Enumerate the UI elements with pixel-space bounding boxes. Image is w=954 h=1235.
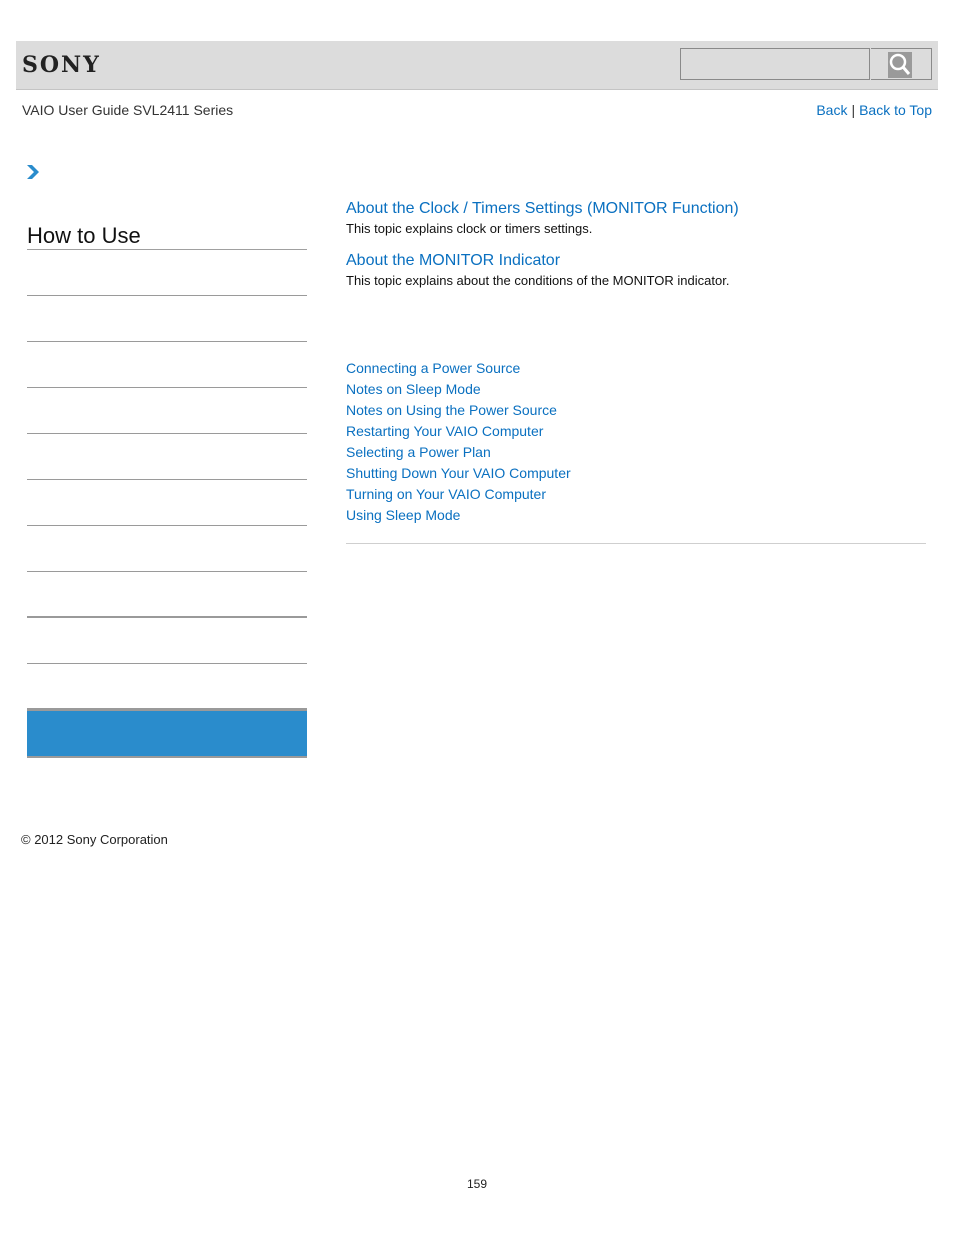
main-content: About the Clock / Timers Settings (MONIT… xyxy=(346,200,926,304)
copyright: © 2012 Sony Corporation xyxy=(21,832,168,847)
sidebar-title: How to Use xyxy=(27,222,307,250)
sidebar-item[interactable] xyxy=(27,388,307,434)
back-link[interactable]: Back xyxy=(816,102,847,118)
related-link[interactable]: Selecting a Power Plan xyxy=(346,442,571,463)
sidebar: How to Use xyxy=(27,222,307,758)
related-link[interactable]: Using Sleep Mode xyxy=(346,505,571,526)
topic-item: About the MONITOR Indicator This topic e… xyxy=(346,252,926,288)
sidebar-item[interactable] xyxy=(27,342,307,388)
related-link[interactable]: Restarting Your VAIO Computer xyxy=(346,421,571,442)
sidebar-item[interactable] xyxy=(27,572,307,618)
related-topics-list: Connecting a Power Source Notes on Sleep… xyxy=(346,358,571,526)
search-input[interactable] xyxy=(680,48,870,80)
sidebar-item[interactable] xyxy=(27,618,307,664)
topic-description: This topic explains clock or timers sett… xyxy=(346,221,593,236)
chevron-right-icon xyxy=(26,164,40,185)
back-to-top-link[interactable]: Back to Top xyxy=(859,102,932,118)
related-link[interactable]: Notes on Using the Power Source xyxy=(346,400,571,421)
related-link[interactable]: Notes on Sleep Mode xyxy=(346,379,571,400)
topic-description: This topic explains about the conditions… xyxy=(346,273,730,288)
topic-link[interactable]: About the MONITOR Indicator xyxy=(346,252,926,270)
header-bar: SONY xyxy=(16,41,938,90)
sidebar-item[interactable] xyxy=(27,296,307,342)
sidebar-item[interactable] xyxy=(27,526,307,572)
page-number: 159 xyxy=(466,1177,488,1191)
content-divider xyxy=(346,543,926,544)
sidebar-item-active[interactable] xyxy=(27,710,307,758)
related-link[interactable]: Shutting Down Your VAIO Computer xyxy=(346,463,571,484)
magnifier-icon xyxy=(888,52,912,78)
related-link[interactable]: Turning on Your VAIO Computer xyxy=(346,484,571,505)
sidebar-item[interactable] xyxy=(27,434,307,480)
guide-title: VAIO User Guide SVL2411 Series xyxy=(22,102,234,118)
related-link[interactable]: Connecting a Power Source xyxy=(346,358,571,379)
nav-separator: | xyxy=(851,102,856,118)
sony-logo: SONY xyxy=(22,52,101,78)
topic-link[interactable]: About the Clock / Timers Settings (MONIT… xyxy=(346,200,926,218)
search-button[interactable] xyxy=(871,48,932,80)
topic-item: About the Clock / Timers Settings (MONIT… xyxy=(346,200,926,236)
sidebar-item[interactable] xyxy=(27,480,307,526)
nav-links: Back | Back to Top xyxy=(816,102,932,118)
sidebar-item[interactable] xyxy=(27,250,307,296)
sidebar-item[interactable] xyxy=(27,664,307,710)
